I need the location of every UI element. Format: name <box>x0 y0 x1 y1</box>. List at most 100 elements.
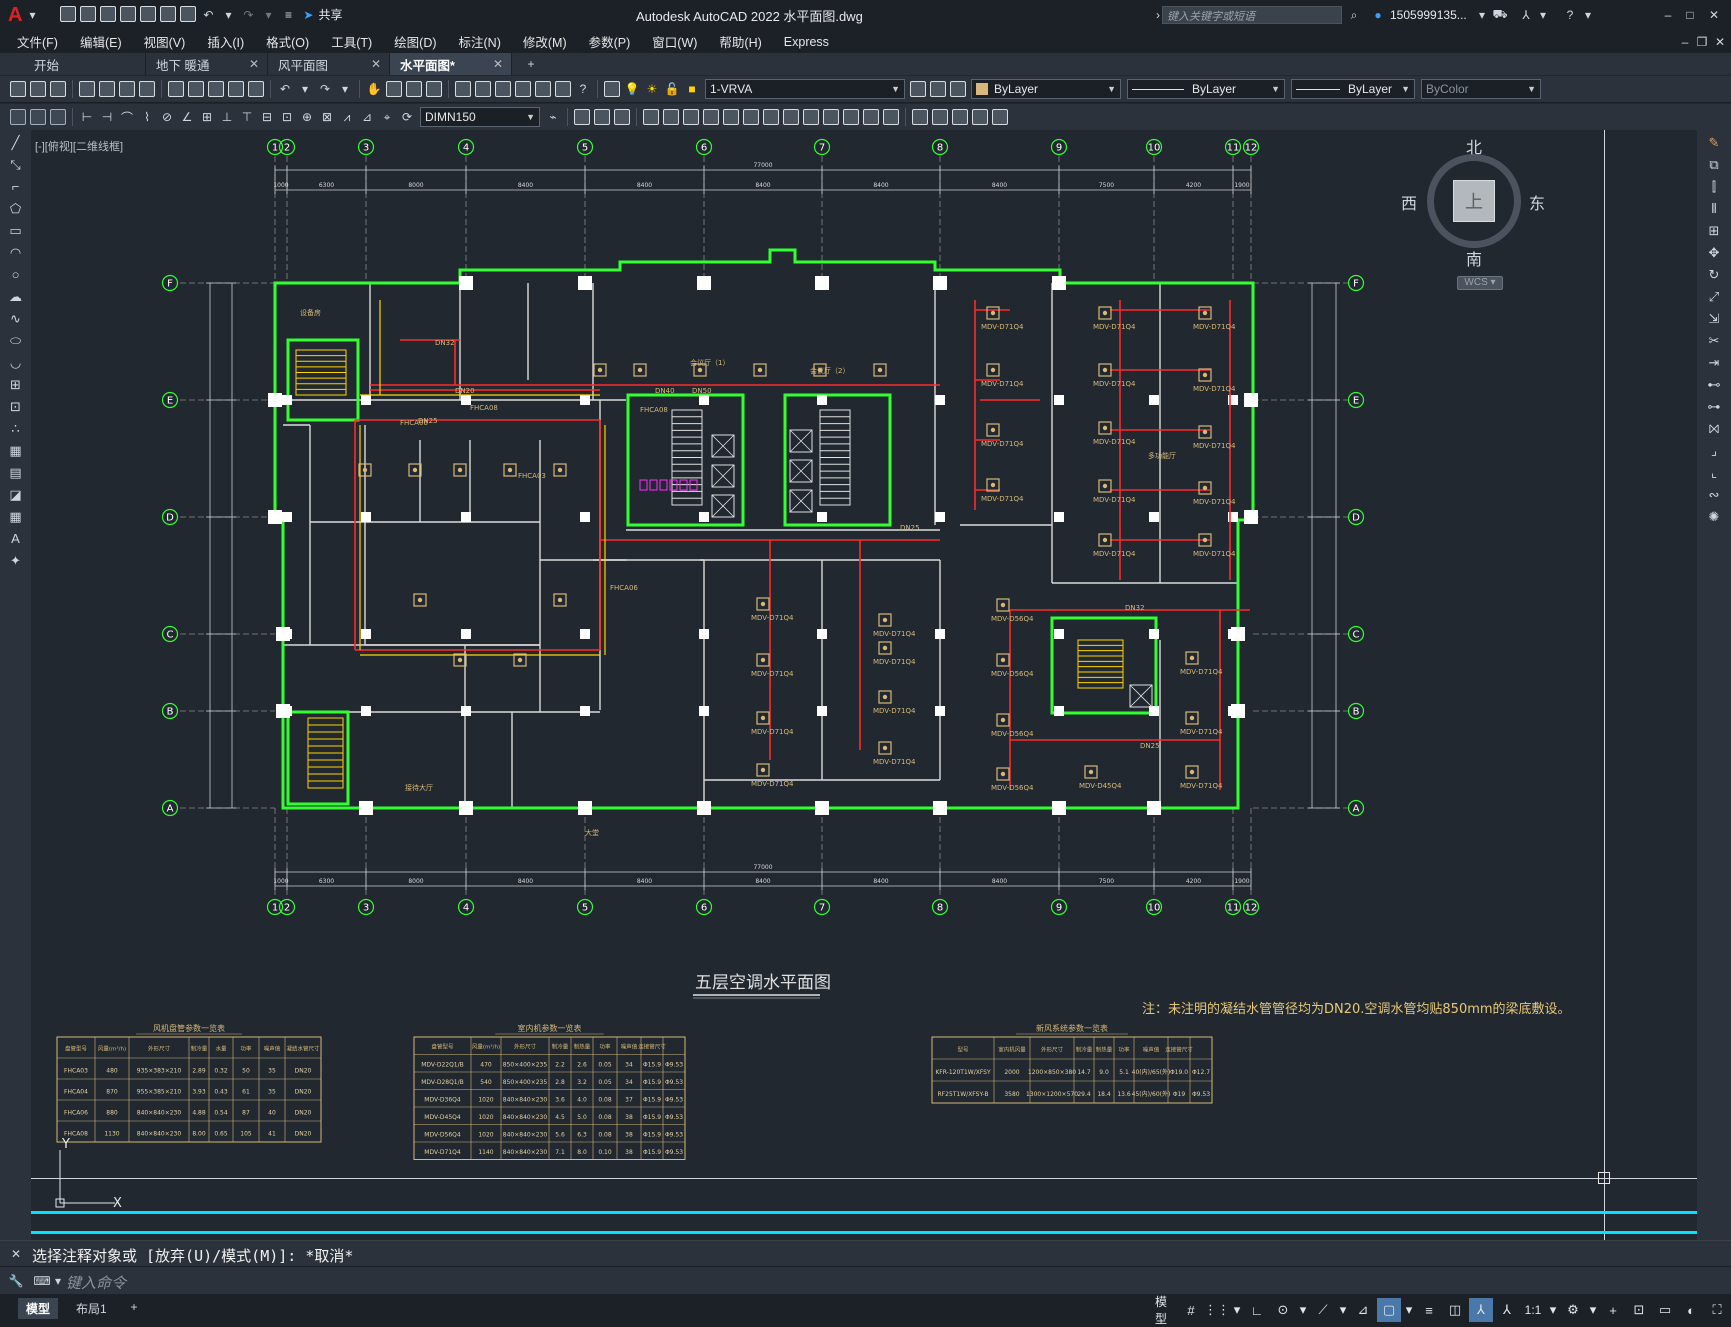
layer-select[interactable]: 1-VRVA ▼ <box>705 79 905 99</box>
insert-block-icon[interactable]: ⊞ <box>6 376 26 394</box>
user-icon[interactable]: ● <box>1369 6 1387 24</box>
autodesk-app-icon[interactable]: ⅄ <box>1517 6 1535 24</box>
explode-icon[interactable]: ✺ <box>1704 508 1724 526</box>
paste-icon[interactable] <box>208 81 224 97</box>
trim-icon[interactable] <box>763 109 779 125</box>
stretch-icon[interactable]: ⇲ <box>1704 310 1724 328</box>
units-icon[interactable]: ⊡ <box>1627 1298 1651 1322</box>
help-icon[interactable]: ? <box>1561 6 1579 24</box>
redo-dropdown-icon[interactable]: ▾ <box>336 80 354 98</box>
redo-dropdown-icon[interactable]: ▾ <box>259 6 277 24</box>
menu-insert[interactable]: 插入(I) <box>196 32 255 51</box>
dim-diameter-icon[interactable]: ⊘ <box>158 108 176 126</box>
autodesk-app-dropdown-icon[interactable]: ▾ <box>1534 6 1552 24</box>
draworder-back-icon[interactable] <box>932 109 948 125</box>
isodraft-icon[interactable]: ⊿ <box>1351 1298 1375 1322</box>
text-to-front-icon[interactable] <box>992 109 1008 125</box>
help-icon[interactable]: ? <box>574 80 592 98</box>
lineweight-select[interactable]: ByLayer ▼ <box>1291 79 1415 99</box>
user-dropdown-icon[interactable]: ▾ <box>1473 6 1491 24</box>
construction-line-icon[interactable]: ⤡ <box>6 156 26 174</box>
mirror-icon[interactable] <box>614 109 630 125</box>
menu-window[interactable]: 窗口(W) <box>641 32 708 51</box>
extend-icon[interactable]: ⇥ <box>1704 354 1724 372</box>
plot-icon[interactable] <box>180 6 197 22</box>
extend-icon[interactable] <box>783 109 799 125</box>
color-select[interactable]: ByLayer ▼ <box>971 79 1121 99</box>
open-file-icon[interactable] <box>80 6 97 22</box>
object-snap-dropdown-icon[interactable]: ▾ <box>1337 1298 1349 1322</box>
annotation-scale-dropdown-icon[interactable]: ▾ <box>1547 1298 1559 1322</box>
tab-air-plan[interactable]: 风平面图 ✕ <box>268 53 390 75</box>
polar-dropdown-icon[interactable]: ▾ <box>1297 1298 1309 1322</box>
layout-tab-layout1[interactable]: 布局1 <box>70 1298 113 1319</box>
circle-icon[interactable]: ○ <box>6 266 26 284</box>
menu-dimension[interactable]: 标注(N) <box>448 32 512 51</box>
clean-screen-icon[interactable]: ⛶ <box>1705 1298 1729 1322</box>
make-block-icon[interactable]: ⊡ <box>6 398 26 416</box>
save-icon[interactable] <box>100 6 117 22</box>
open-icon[interactable] <box>30 81 46 97</box>
redo-icon[interactable]: ↷ <box>316 80 334 98</box>
plotstyle-select[interactable]: ByColor ▼ <box>1421 79 1541 99</box>
blend-curves-icon[interactable]: ∾ <box>1704 486 1724 504</box>
rotate-icon[interactable] <box>703 109 719 125</box>
quick-properties-icon[interactable]: ▭ <box>1653 1298 1677 1322</box>
compass-east[interactable]: 东 <box>1529 190 1545 214</box>
copy-icon[interactable]: ⧉ <box>1704 156 1724 174</box>
snap-dropdown-icon[interactable]: ▾ <box>1231 1298 1243 1322</box>
layer-states-icon[interactable] <box>950 81 966 97</box>
layer-properties-icon[interactable] <box>604 81 620 97</box>
match-properties-icon[interactable] <box>228 81 244 97</box>
annotation-scale-button[interactable]: 1:1 <box>1521 1298 1545 1322</box>
erase-icon[interactable] <box>574 109 590 125</box>
menu-edit[interactable]: 编辑(E) <box>69 32 133 51</box>
lineweight-icon[interactable]: ≡ <box>1417 1298 1441 1322</box>
object-snap-tracking-icon[interactable]: ⟋ <box>1311 1298 1335 1322</box>
hatch-icon[interactable]: ▦ <box>6 442 26 460</box>
user-name[interactable]: 1505999135... <box>1390 8 1467 22</box>
dimstyle-select[interactable]: DIMN150 ▼ <box>420 107 540 127</box>
dim-angular-icon[interactable]: ∠ <box>178 108 196 126</box>
point-icon[interactable]: ∴ <box>6 420 26 438</box>
new-file-icon[interactable] <box>60 6 77 22</box>
wcs-menu[interactable]: WCS ▾ <box>1457 276 1503 290</box>
tab-close-icon[interactable]: ✕ <box>249 57 259 71</box>
fillet-icon[interactable]: ⌞ <box>1704 464 1724 482</box>
polar-icon[interactable]: ⊙ <box>1271 1298 1295 1322</box>
join-icon[interactable]: ⨝ <box>1704 420 1724 438</box>
close-icon[interactable]: ✕ <box>1705 6 1723 24</box>
ellipse-arc-icon[interactable]: ◡ <box>6 354 26 372</box>
linetype-select[interactable]: ByLayer ▼ <box>1127 79 1285 99</box>
isolate-objects-icon[interactable]: ◐ <box>1679 1298 1703 1322</box>
ellipse-icon[interactable]: ⬭ <box>6 332 26 350</box>
dim-text-edit-icon[interactable]: ⌖ <box>378 108 396 126</box>
new-tab-icon[interactable]: + <box>522 55 540 73</box>
scale-icon[interactable]: ⤢ <box>1704 288 1724 306</box>
polygon-icon[interactable]: ⬠ <box>6 200 26 218</box>
open-web-icon[interactable] <box>140 6 157 22</box>
offset-icon[interactable] <box>643 109 659 125</box>
tolerance-icon[interactable]: ⊡ <box>278 108 296 126</box>
rotate-icon[interactable]: ↻ <box>1704 266 1724 284</box>
arc-icon[interactable]: ◠ <box>6 244 26 262</box>
doc-minimize-icon[interactable]: – <box>1676 33 1694 51</box>
mirror-icon[interactable]: ⫿ <box>1704 178 1724 196</box>
make-current-layer-icon[interactable] <box>910 81 926 97</box>
search-icon[interactable]: ⌕ <box>1345 6 1363 24</box>
menu-modify[interactable]: 修改(M) <box>512 32 578 51</box>
erase-icon[interactable]: ✎ <box>1704 134 1724 152</box>
new-icon[interactable] <box>10 81 26 97</box>
auto-scale-icon[interactable]: ⅄ <box>1495 1298 1519 1322</box>
join-icon[interactable] <box>823 109 839 125</box>
menu-view[interactable]: 视图(V) <box>133 32 197 51</box>
customize-icon[interactable]: 🔧 <box>7 1272 25 1290</box>
menu-parametric[interactable]: 参数(P) <box>578 32 642 51</box>
dim-linear-icon[interactable] <box>10 109 26 125</box>
recent-commands-icon[interactable]: ▾ <box>49 1272 67 1290</box>
dim-horizontal-icon[interactable]: ⊢ <box>78 108 96 126</box>
inspect-icon[interactable]: ⊠ <box>318 108 336 126</box>
compass-south[interactable]: 南 <box>1466 246 1482 270</box>
copy-icon[interactable] <box>188 81 204 97</box>
region-icon[interactable]: ◪ <box>6 486 26 504</box>
